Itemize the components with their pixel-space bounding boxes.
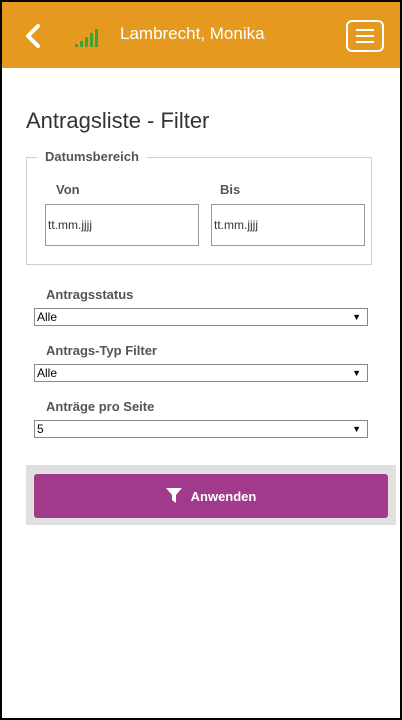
filter-icon [165, 488, 182, 503]
app-header: Lambrecht, Monika [2, 2, 400, 68]
type-filter-label: Antrags-Typ Filter [46, 343, 157, 358]
type-select[interactable]: Alle ▼ [34, 364, 368, 382]
per-page-select-value: 5 [37, 422, 44, 436]
signal-bars-icon [75, 29, 98, 47]
type-select-value: Alle [37, 366, 58, 380]
status-select[interactable]: Alle ▼ [34, 308, 368, 326]
to-date-label: Bis [220, 182, 241, 197]
app-frame: Lambrecht, Monika Antragsliste - Filter … [0, 0, 402, 720]
status-select-value: Alle [37, 310, 58, 324]
hamburger-menu-icon[interactable] [346, 20, 384, 52]
date-range-fieldset: Datumsbereich Von Bis [26, 149, 372, 265]
dropdown-arrow-icon: ▼ [352, 368, 361, 378]
dropdown-arrow-icon: ▼ [352, 424, 361, 434]
date-range-legend: Datumsbereich [37, 149, 147, 164]
apply-button[interactable]: Anwenden [34, 474, 388, 518]
dropdown-arrow-icon: ▼ [352, 312, 361, 322]
user-name: Lambrecht, Monika [120, 24, 265, 43]
from-date-label: Von [56, 182, 80, 197]
apply-panel: Anwenden [26, 465, 396, 525]
per-page-select[interactable]: 5 ▼ [34, 420, 368, 438]
page-title: Antragsliste - Filter [26, 108, 210, 133]
per-page-label: Anträge pro Seite [46, 399, 155, 414]
status-filter-label: Antragsstatus [46, 287, 134, 302]
apply-button-label: Anwenden [190, 488, 257, 504]
from-date-input[interactable] [45, 204, 199, 246]
to-date-input[interactable] [211, 204, 365, 246]
chevron-left-icon[interactable] [24, 22, 42, 50]
